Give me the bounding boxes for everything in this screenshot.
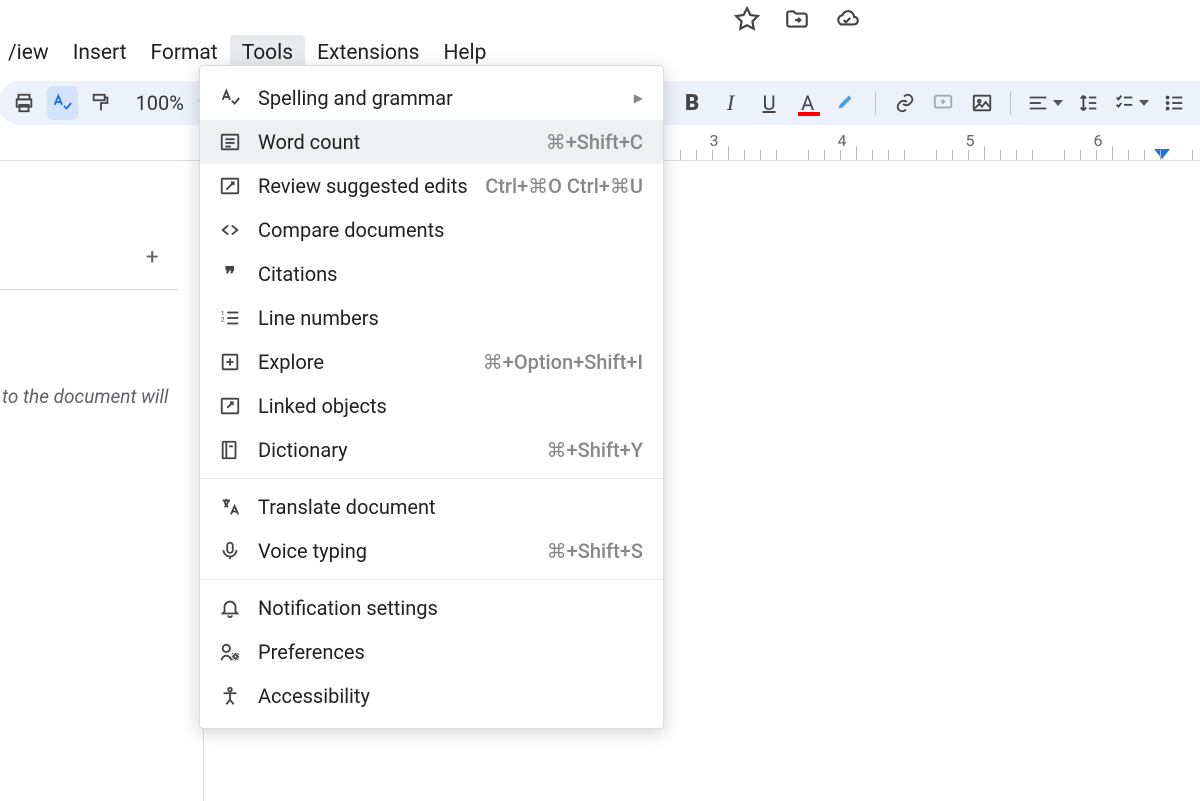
menu-item-linked-objects[interactable]: Linked objects: [200, 384, 663, 428]
star-icon[interactable]: [734, 6, 760, 37]
menu-item-label: Explore: [258, 350, 483, 374]
word-count-icon: [218, 130, 242, 154]
menu-item-label: Compare documents: [258, 218, 643, 242]
insert-link-button[interactable]: [889, 86, 921, 120]
right-indent-marker[interactable]: [1154, 149, 1170, 159]
microphone-icon: [218, 539, 242, 563]
menu-item-label: Dictionary: [258, 438, 547, 462]
menu-item-word-count[interactable]: Word count ⌘+Shift+C: [200, 120, 663, 164]
ruler-ticks: 3 4 5 6: [664, 131, 1200, 160]
svg-text:2: 2: [221, 316, 225, 324]
text-color-swatch: [798, 112, 820, 116]
menu-item-label: Review suggested edits: [258, 174, 485, 198]
add-outline-button[interactable]: +: [146, 245, 158, 270]
submenu-indicator-icon: ▶: [634, 91, 643, 105]
linked-objects-icon: [218, 394, 242, 418]
menu-item-spelling-grammar[interactable]: Spelling and grammar ▶: [200, 76, 663, 120]
menu-item-shortcut: ⌘+Option+Shift+I: [483, 350, 643, 374]
zoom-value: 100%: [136, 91, 184, 115]
menu-item-accessibility[interactable]: Accessibility: [200, 674, 663, 718]
separator: [875, 91, 876, 115]
line-spacing-button[interactable]: [1072, 86, 1104, 120]
menu-item-explore[interactable]: Explore ⌘+Option+Shift+I: [200, 340, 663, 384]
preferences-icon: [218, 640, 242, 664]
add-comment-button[interactable]: [927, 86, 959, 120]
spellcheck-button[interactable]: [47, 86, 79, 120]
menu-item-label: Citations: [258, 262, 643, 286]
menu-item-label: Spelling and grammar: [258, 86, 624, 110]
chevron-down-icon: [1053, 100, 1063, 106]
menu-item-citations[interactable]: ❞ Citations: [200, 252, 663, 296]
print-button[interactable]: [8, 86, 40, 120]
menu-item-compare-documents[interactable]: Compare documents: [200, 208, 663, 252]
menu-item-label: Word count: [258, 130, 546, 154]
ruler-label: 3: [710, 131, 719, 150]
menu-item-line-numbers[interactable]: 12 Line numbers: [200, 296, 663, 340]
line-numbers-icon: 12: [218, 306, 242, 330]
outline-hint-text: to the document will: [2, 385, 168, 408]
browser-action-icons: [734, 6, 860, 37]
outline-divider: [0, 289, 178, 290]
menu-item-translate-document[interactable]: Translate document: [200, 485, 663, 529]
paint-format-button[interactable]: [85, 86, 117, 120]
menu-divider: [200, 478, 663, 479]
align-button[interactable]: [1024, 86, 1065, 120]
insert-image-button[interactable]: [966, 86, 998, 120]
menu-item-shortcut: ⌘+Shift+C: [546, 130, 643, 154]
italic-button[interactable]: I: [715, 86, 747, 120]
menu-item-label: Voice typing: [258, 539, 547, 563]
bell-icon: [218, 596, 242, 620]
menu-item-label: Linked objects: [258, 394, 643, 418]
compare-icon: [218, 218, 242, 242]
menu-item-voice-typing[interactable]: Voice typing ⌘+Shift+S: [200, 529, 663, 573]
menu-item-dictionary[interactable]: Dictionary ⌘+Shift+Y: [200, 428, 663, 472]
citations-icon: ❞: [218, 262, 242, 286]
ruler-label: 4: [838, 131, 847, 150]
accessibility-icon: [218, 684, 242, 708]
menu-item-label: Line numbers: [258, 306, 643, 330]
menu-item-preferences[interactable]: Preferences: [200, 630, 663, 674]
menu-divider: [200, 579, 663, 580]
bold-button[interactable]: B: [676, 86, 708, 120]
bulleted-list-button[interactable]: [1158, 86, 1190, 120]
menu-item-label: Translate document: [258, 495, 643, 519]
menu-item-shortcut: ⌘+Shift+S: [547, 539, 643, 563]
review-edits-icon: [218, 174, 242, 198]
tools-menu-dropdown: Spelling and grammar ▶ Word count ⌘+Shif…: [199, 65, 664, 729]
menu-item-label: Preferences: [258, 640, 643, 664]
menu-item-notification-settings[interactable]: Notification settings: [200, 586, 663, 630]
translate-icon: [218, 495, 242, 519]
menu-insert[interactable]: Insert: [61, 35, 139, 71]
ruler-label: 5: [966, 131, 975, 150]
move-to-folder-icon[interactable]: [784, 6, 810, 37]
ruler-label: 6: [1094, 131, 1103, 150]
explore-icon: [218, 350, 242, 374]
menu-item-label: Accessibility: [258, 684, 643, 708]
highlight-button[interactable]: [830, 86, 862, 120]
separator: [1010, 91, 1011, 115]
menu-item-shortcut: ⌘+Shift+Y: [547, 438, 643, 462]
menu-item-label: Notification settings: [258, 596, 643, 620]
menu-view[interactable]: /iew: [0, 35, 61, 71]
underline-button[interactable]: U: [753, 86, 785, 120]
menu-item-review-suggested-edits[interactable]: Review suggested edits Ctrl+⌘O Ctrl+⌘U: [200, 164, 663, 208]
checklist-button[interactable]: [1111, 86, 1152, 120]
spellcheck-icon: [218, 86, 242, 110]
cloud-saved-icon[interactable]: [834, 6, 860, 37]
chevron-down-icon: [1139, 100, 1149, 106]
menu-item-shortcut: Ctrl+⌘O Ctrl+⌘U: [485, 174, 643, 198]
text-color-button[interactable]: A: [792, 86, 824, 120]
dictionary-icon: [218, 438, 242, 462]
